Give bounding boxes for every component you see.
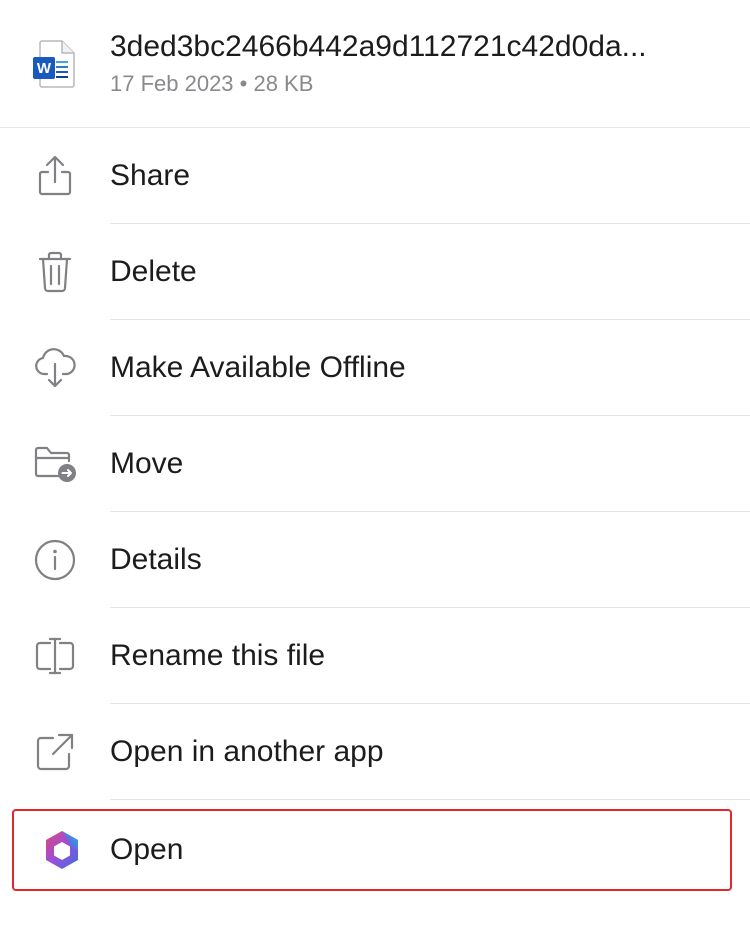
rename-label: Rename this file [110, 639, 326, 672]
share-label: Share [110, 159, 191, 192]
open-label: Open [110, 833, 184, 866]
file-name: 3ded3bc2466b442a9d112721c42d0da... [110, 29, 647, 63]
file-meta: 17 Feb 2023 • 28 KB [110, 70, 314, 96]
make-available-offline-button[interactable]: Make Available Offline [0, 320, 750, 416]
microsoft-365-icon [14, 828, 110, 872]
folder-move-icon [0, 444, 110, 484]
action-menu: Share Delete Make Available Offline Move… [0, 128, 750, 800]
trash-icon [0, 250, 110, 294]
make-available-offline-label: Make Available Offline [110, 351, 406, 384]
rename-button[interactable]: Rename this file [0, 608, 750, 704]
action-sheet: W 3ded3bc2466b442a9d112721c42d0da... 17 … [0, 0, 750, 926]
file-header: W 3ded3bc2466b442a9d112721c42d0da... 17 … [0, 0, 750, 128]
word-document-icon: W [0, 39, 110, 89]
cloud-download-icon [0, 346, 110, 390]
open-in-another-app-button[interactable]: Open in another app [0, 704, 750, 800]
info-icon [0, 538, 110, 582]
external-link-icon [0, 730, 110, 774]
open-button[interactable]: Open [12, 809, 732, 891]
move-button[interactable]: Move [0, 416, 750, 512]
share-button[interactable]: Share [0, 128, 750, 224]
details-label: Details [110, 543, 202, 576]
delete-label: Delete [110, 255, 197, 288]
details-button[interactable]: Details [0, 512, 750, 608]
word-letter: W [37, 60, 52, 77]
share-icon [0, 154, 110, 198]
file-info: 3ded3bc2466b442a9d112721c42d0da... 17 Fe… [110, 29, 647, 99]
delete-button[interactable]: Delete [0, 224, 750, 320]
rename-icon [0, 634, 110, 678]
open-in-another-app-label: Open in another app [110, 735, 384, 768]
move-label: Move [110, 447, 184, 480]
